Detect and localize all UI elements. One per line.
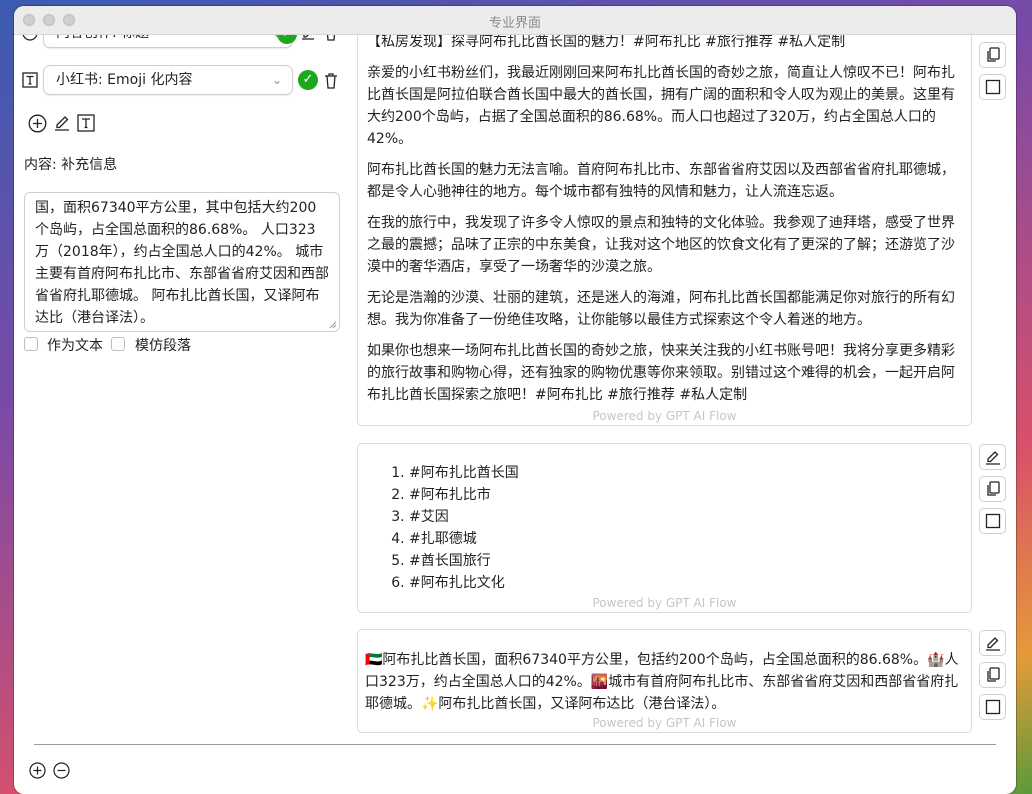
- powered-by-label: Powered by GPT AI Flow: [592, 409, 737, 423]
- card3-text: 🇦🇪阿布扎比酋长国，面积67340平方公里，包括约200个岛屿，占全国总面积的8…: [365, 652, 959, 712]
- as-text-checkbox[interactable]: [24, 337, 38, 351]
- select-button[interactable]: [979, 508, 1006, 534]
- edit-button[interactable]: [979, 630, 1006, 656]
- copy-button[interactable]: [979, 476, 1006, 502]
- edit-icon: [986, 637, 1000, 651]
- hashtag-list: #阿布扎比酋长国 #阿布扎比市 #艾因 #扎耶德城 #酋长国旅行 #阿布扎比文化: [367, 462, 963, 594]
- result-card-2: #阿布扎比酋长国 #阿布扎比市 #艾因 #扎耶德城 #酋长国旅行 #阿布扎比文化…: [357, 443, 972, 613]
- as-text-label: 作为文本: [47, 338, 103, 354]
- titlebar: 专业界面: [14, 6, 1016, 35]
- content-label: 内容: 补充信息: [24, 157, 118, 173]
- supplement-textarea[interactable]: 国，面积67340平方公里，其中包括大约200个岛屿，占全国总面积的86.68%…: [24, 192, 340, 332]
- row2-select-value: 小红书: Emoji 化内容: [56, 72, 193, 88]
- select-button[interactable]: [979, 74, 1006, 100]
- list-item: #阿布扎比文化: [409, 572, 963, 594]
- square-icon: [985, 699, 1001, 715]
- trash-icon[interactable]: [323, 72, 339, 89]
- list-item: #艾因: [409, 506, 963, 528]
- chevron-down-icon: ⌄: [271, 73, 282, 87]
- text-box-icon: [22, 72, 38, 88]
- card1-paragraph: 亲爱的小红书粉丝们，我最近刚刚回来阿布扎比酋长国的奇妙之旅，简直让人惊叹不已！阿…: [367, 65, 955, 147]
- result-card-1: 【私房发现】探寻阿布扎比酋长国的魅力！#阿布扎比 #旅行推荐 #私人定制 亲爱的…: [357, 20, 972, 426]
- powered-by-label: Powered by GPT AI Flow: [592, 596, 737, 610]
- divider: [34, 744, 996, 745]
- card1-paragraph: 在我的旅行中，我发现了许多令人惊叹的景点和独特的文化体验。我参观了迪拜塔，感受了…: [367, 215, 955, 275]
- text-box-icon[interactable]: [77, 114, 95, 132]
- edit-button[interactable]: [979, 444, 1006, 470]
- select-button[interactable]: [979, 694, 1006, 720]
- check-icon[interactable]: ✓: [298, 70, 318, 90]
- copy-button[interactable]: [979, 662, 1006, 688]
- edit-icon[interactable]: [53, 114, 71, 132]
- edit-icon: [986, 451, 1000, 465]
- card1-paragraph: 如果你也想来一场阿布扎比酋长国的奇妙之旅，快来关注我的小红书账号吧！我将分享更多…: [367, 343, 955, 403]
- add-circle-icon[interactable]: [29, 762, 46, 779]
- copy-icon: [987, 481, 1000, 496]
- row2-select[interactable]: 小红书: Emoji 化内容 ⌄: [43, 65, 293, 95]
- square-icon: [985, 79, 1001, 95]
- supplement-textarea-value: 国，面积67340平方公里，其中包括大约200个岛屿，占全国总面积的86.68%…: [35, 200, 329, 326]
- list-item: #酋长国旅行: [409, 550, 963, 572]
- app-window: 内容创作: 标题 ⌄ ✓ 小红书: Emoji 化内容 ⌄ ✓ 内容: 补充信息…: [14, 6, 1016, 794]
- card1-paragraph: 阿布扎比酋长国的魅力无法言喻。首府阿布扎比市、东部省省府艾因以及西部省省府扎耶德…: [367, 162, 955, 200]
- remove-circle-icon[interactable]: [53, 762, 70, 779]
- card1-paragraph: 无论是浩瀚的沙漠、壮丽的建筑，还是迷人的海滩，阿布扎比酋长国都能满足你对旅行的所…: [367, 290, 955, 328]
- window-title: 专业界面: [488, 16, 541, 31]
- powered-by-label: Powered by GPT AI Flow: [592, 716, 737, 730]
- list-item: #扎耶德城: [409, 528, 963, 550]
- list-item: #阿布扎比市: [409, 484, 963, 506]
- square-icon: [985, 513, 1001, 529]
- copy-icon: [987, 667, 1000, 682]
- imitate-paragraph-label: 模仿段落: [135, 338, 191, 354]
- resize-handle-icon[interactable]: [327, 319, 337, 329]
- add-circle-icon[interactable]: [28, 114, 47, 133]
- list-item: #阿布扎比酋长国: [409, 462, 963, 484]
- result-card-3: 🇦🇪阿布扎比酋长国，面积67340平方公里，包括约200个岛屿，占全国总面积的8…: [357, 629, 972, 733]
- left-panel: 内容创作: 标题 ⌄ ✓ 小红书: Emoji 化内容 ⌄ ✓ 内容: 补充信息…: [14, 6, 354, 746]
- copy-icon: [987, 47, 1000, 62]
- copy-button[interactable]: [979, 42, 1006, 68]
- imitate-paragraph-checkbox[interactable]: [111, 337, 125, 351]
